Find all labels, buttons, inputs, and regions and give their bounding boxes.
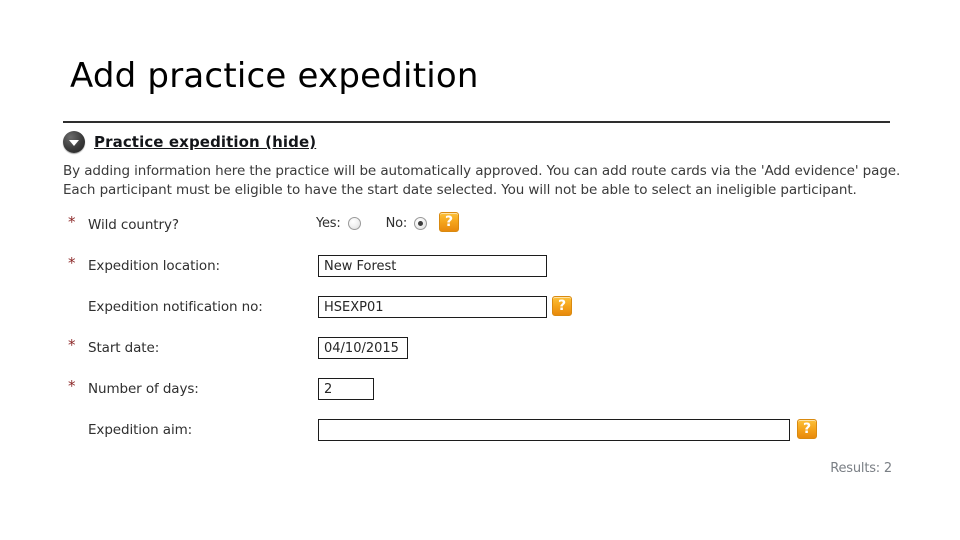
input-expedition-notification[interactable] xyxy=(318,296,547,318)
required-marker: * xyxy=(68,213,76,231)
panel-description: By adding information here the practice … xyxy=(63,162,901,200)
wild-country-radio-group: Yes: No: xyxy=(316,216,428,231)
label-wild-country: Wild country? xyxy=(88,217,179,233)
input-start-date[interactable] xyxy=(318,337,408,359)
triangle-down-glyph xyxy=(69,139,79,146)
form-row-number-of-days: * Number of days: xyxy=(63,372,893,413)
help-icon-expedition-aim[interactable]: ? xyxy=(797,419,817,439)
radio-label-yes: Yes: xyxy=(316,216,341,231)
form-row-start-date: * Start date: xyxy=(63,331,893,372)
input-number-of-days[interactable] xyxy=(318,378,374,400)
slide-canvas: Add practice expedition Practice expedit… xyxy=(0,0,960,540)
panel-description-line-2: Each participant must be eligible to hav… xyxy=(63,182,857,198)
panel-description-line-1: By adding information here the practice … xyxy=(63,163,901,179)
label-start-date: Start date: xyxy=(88,340,160,356)
practice-expedition-panel: Practice expedition (hide) By adding inf… xyxy=(63,130,901,200)
form-row-wild-country: * Wild country? Yes: No: ? xyxy=(63,208,893,249)
form-row-expedition-notification: Expedition notification no: ? xyxy=(63,290,893,331)
label-expedition-location: Expedition location: xyxy=(88,258,220,274)
label-expedition-aim: Expedition aim: xyxy=(88,422,193,438)
input-expedition-location[interactable] xyxy=(318,255,547,277)
results-count: Results: 2 xyxy=(830,461,892,476)
required-marker: * xyxy=(68,336,76,354)
form-row-expedition-location: * Expedition location: xyxy=(63,249,893,290)
label-expedition-notification: Expedition notification no: xyxy=(88,299,263,315)
input-expedition-aim[interactable] xyxy=(318,419,790,441)
help-icon-wild-country[interactable]: ? xyxy=(439,212,459,232)
radio-label-no: No: xyxy=(385,216,408,231)
label-number-of-days: Number of days: xyxy=(88,381,199,397)
radio-wild-country-no[interactable] xyxy=(414,217,428,230)
help-icon-expedition-notification[interactable]: ? xyxy=(552,296,572,316)
panel-header: Practice expedition (hide) xyxy=(63,130,893,154)
title-divider xyxy=(63,121,890,123)
required-marker: * xyxy=(68,377,76,395)
collapse-triangle-icon[interactable] xyxy=(63,131,85,153)
expedition-form: * Wild country? Yes: No: ? * Expedition … xyxy=(63,208,893,454)
form-row-expedition-aim: Expedition aim: ? xyxy=(63,413,893,454)
radio-wild-country-yes[interactable] xyxy=(347,217,361,230)
page-title: Add practice expedition xyxy=(70,56,479,96)
required-marker: * xyxy=(68,254,76,272)
panel-title-hide-link[interactable]: Practice expedition (hide) xyxy=(94,133,316,151)
